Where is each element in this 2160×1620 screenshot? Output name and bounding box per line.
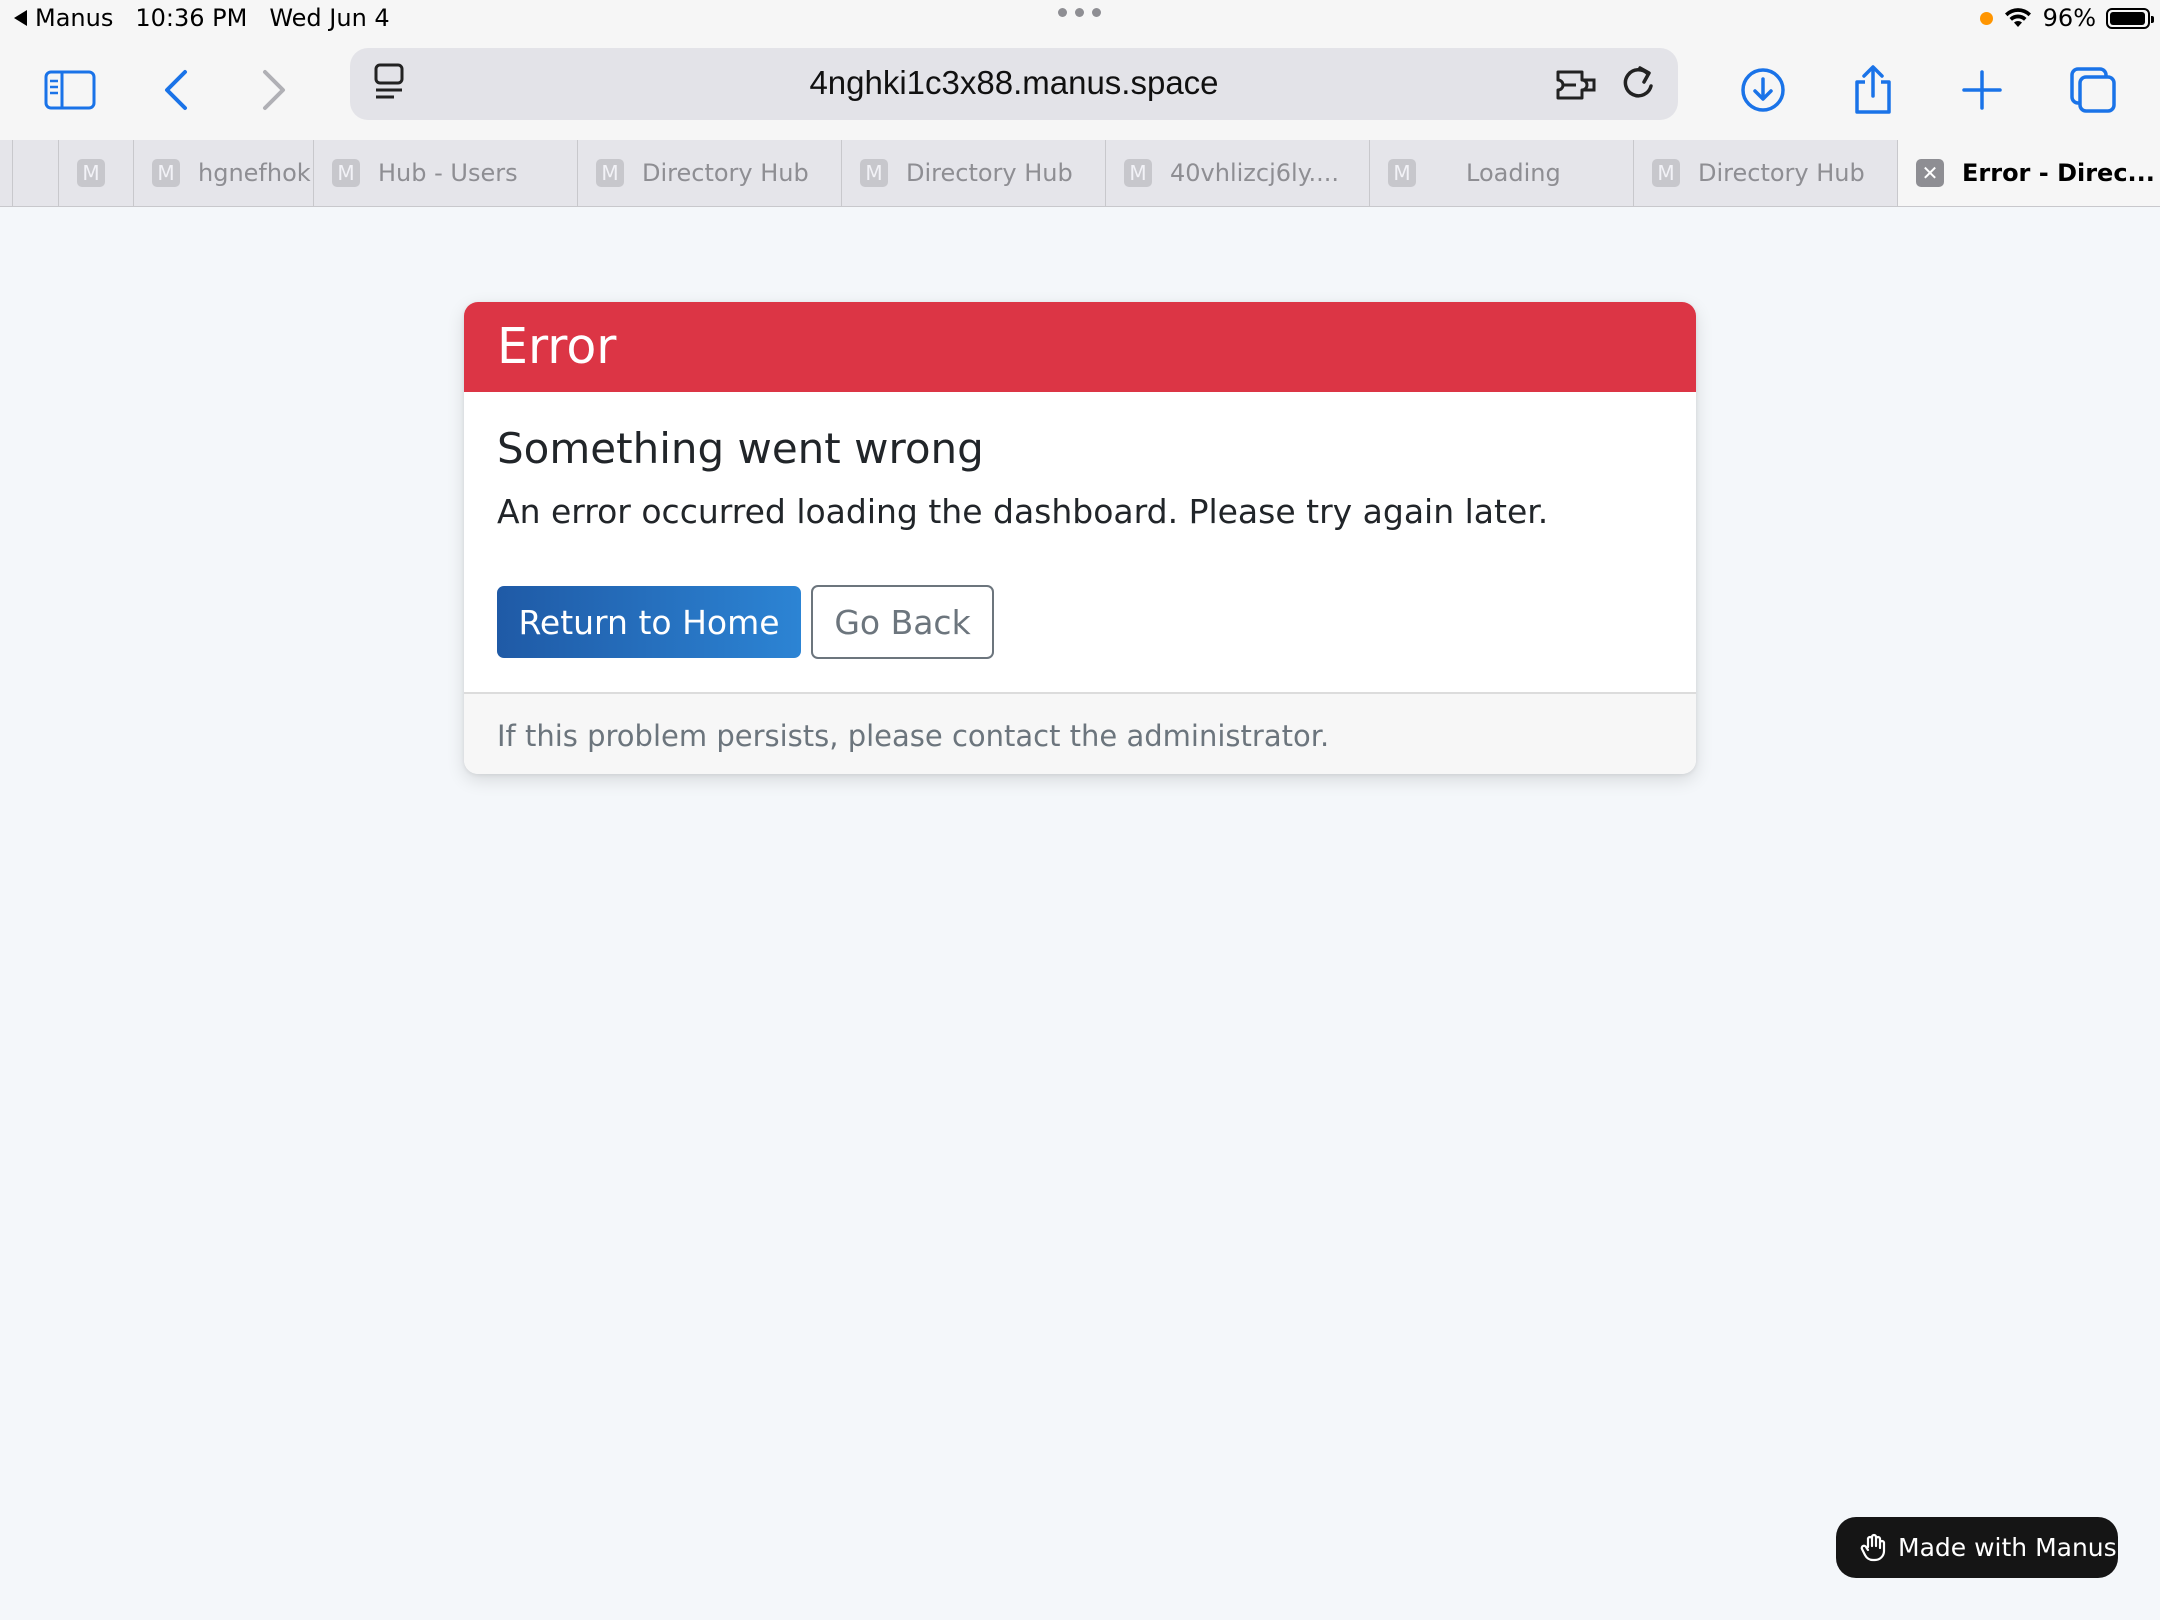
- tab-label: 40vhlizcj6ly....: [1170, 159, 1339, 187]
- tab-item[interactable]: M 40vhlizcj6ly....: [1105, 140, 1369, 206]
- new-tab-plus-icon[interactable]: [1952, 60, 2012, 120]
- multitasking-dots-icon[interactable]: [1058, 8, 1101, 17]
- tab-item[interactable]: M hgnefhok: [133, 140, 313, 206]
- tab-item[interactable]: M Directory Hub: [1633, 140, 1897, 206]
- favicon-icon: M: [1124, 159, 1152, 187]
- card-header: Error: [464, 302, 1696, 392]
- favicon-icon: M: [77, 159, 105, 187]
- downloads-icon[interactable]: [1733, 60, 1793, 120]
- wifi-icon: [2004, 8, 2031, 27]
- tab-label: Loading: [1466, 159, 1561, 187]
- made-with-label: Made with Manus: [1898, 1533, 2117, 1562]
- reload-icon[interactable]: [1618, 62, 1658, 108]
- back-to-app-button[interactable]: Manus: [14, 4, 113, 32]
- tab-item[interactable]: [12, 140, 58, 206]
- favicon-icon: M: [332, 159, 360, 187]
- tab-item[interactable]: M Directory Hub: [577, 140, 841, 206]
- made-with-badge[interactable]: Made with Manus: [1836, 1517, 2118, 1578]
- forward-icon[interactable]: [244, 60, 304, 120]
- tab-item[interactable]: M Loading: [1369, 140, 1633, 206]
- status-date: Wed Jun 4: [269, 4, 390, 32]
- tab-label: Error - Direc...: [1962, 159, 2155, 187]
- browser-toolbar: 4nghki1c3x88.manus.space: [0, 40, 2160, 140]
- share-icon[interactable]: [1843, 60, 1903, 120]
- go-back-button[interactable]: Go Back: [811, 585, 994, 659]
- manus-hand-icon: [1860, 1533, 1886, 1561]
- tab-overview-icon[interactable]: [2063, 60, 2123, 120]
- extensions-icon[interactable]: [1554, 64, 1600, 108]
- tab-label: Directory Hub: [1698, 159, 1865, 187]
- tab-label: Directory Hub: [642, 159, 809, 187]
- battery-percent: 96%: [2042, 4, 2096, 32]
- sidebar-icon[interactable]: [40, 60, 100, 120]
- battery-icon: [2106, 7, 2154, 29]
- close-tab-icon[interactable]: ✕: [1916, 159, 1944, 187]
- mic-indicator-icon: [1979, 11, 1993, 25]
- footer-text: If this problem persists, please contact…: [497, 719, 1330, 753]
- tab-item-active[interactable]: ✕ Error - Direc...: [1897, 140, 2160, 206]
- card-header-title: Error: [497, 318, 617, 375]
- tab-item[interactable]: M Directory Hub: [841, 140, 1105, 206]
- favicon-icon: M: [1652, 159, 1680, 187]
- error-card: Error Something went wrong An error occu…: [464, 302, 1696, 774]
- tab-item[interactable]: M Hub - Users: [313, 140, 577, 206]
- favicon-icon: M: [1388, 159, 1416, 187]
- tab-label: hgnefhok: [198, 159, 311, 187]
- tab-item[interactable]: M: [58, 140, 133, 206]
- back-icon[interactable]: [146, 60, 206, 120]
- status-bar: Manus 10:36 PM Wed Jun 4 96%: [0, 0, 2160, 40]
- error-title: Something went wrong: [497, 424, 984, 473]
- status-time: 10:36 PM: [135, 4, 248, 32]
- favicon-icon: M: [860, 159, 888, 187]
- tab-label: Hub - Users: [378, 159, 518, 187]
- return-home-button[interactable]: Return to Home: [497, 586, 801, 658]
- back-app-label: Manus: [35, 4, 114, 32]
- error-message: An error occurred loading the dashboard.…: [497, 492, 1549, 531]
- tab-label: Directory Hub: [906, 159, 1073, 187]
- url-text[interactable]: 4nghki1c3x88.manus.space: [350, 64, 1678, 102]
- favicon-icon: M: [152, 159, 180, 187]
- tab-bar: M M hgnefhok M Hub - Users M Directory H…: [0, 140, 2160, 207]
- favicon-icon: M: [596, 159, 624, 187]
- address-bar[interactable]: 4nghki1c3x88.manus.space: [350, 48, 1678, 120]
- back-triangle-icon: [14, 10, 27, 26]
- card-footer: If this problem persists, please contact…: [464, 692, 1696, 774]
